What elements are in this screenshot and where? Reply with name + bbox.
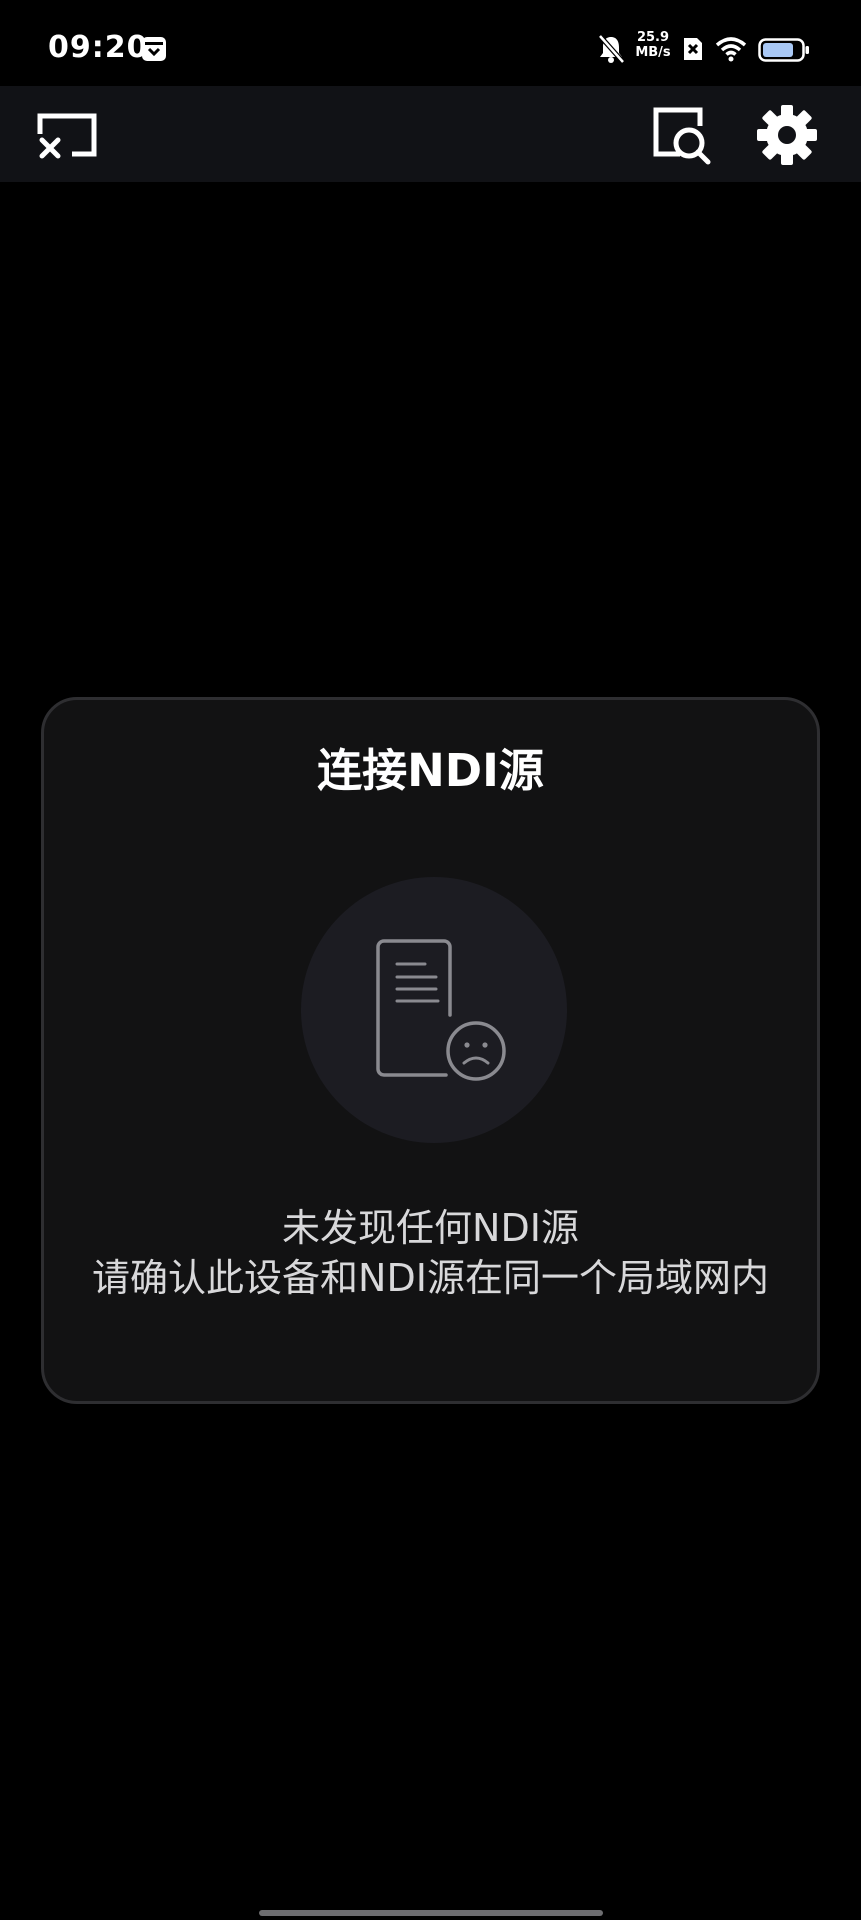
- empty-state-illustration: [301, 877, 567, 1143]
- calendar-app-icon: [142, 37, 166, 61]
- cast-disconnect-button[interactable]: [36, 106, 100, 164]
- search-icon[interactable]: [648, 102, 714, 168]
- home-indicator[interactable]: [259, 1910, 603, 1916]
- bell-mute-icon: [598, 34, 625, 64]
- battery-icon: [758, 38, 809, 62]
- card-title: 连接NDI源: [317, 744, 544, 797]
- empty-message-title: 未发现任何NDI源: [282, 1206, 579, 1250]
- status-time: 09:20: [48, 30, 149, 65]
- empty-message-hint: 请确认此设备和NDI源在同一个局域网内: [92, 1256, 769, 1300]
- sad-document-icon: [376, 939, 506, 1081]
- top-app-bar: [0, 86, 861, 182]
- gear-icon[interactable]: [754, 102, 820, 168]
- sim-off-icon: [684, 38, 702, 60]
- ndi-connect-card: 连接NDI源 未发现任何NDI源 请确认此设备和NDI源在同一个局域网内: [41, 697, 820, 1404]
- wifi-icon: [715, 37, 747, 62]
- status-bar: 09:20 25.9 MB/s: [0, 0, 861, 86]
- net-speed: 25.9 MB/s: [631, 30, 675, 60]
- net-speed-unit: MB/s: [635, 45, 671, 60]
- net-speed-value: 25.9: [636, 30, 670, 45]
